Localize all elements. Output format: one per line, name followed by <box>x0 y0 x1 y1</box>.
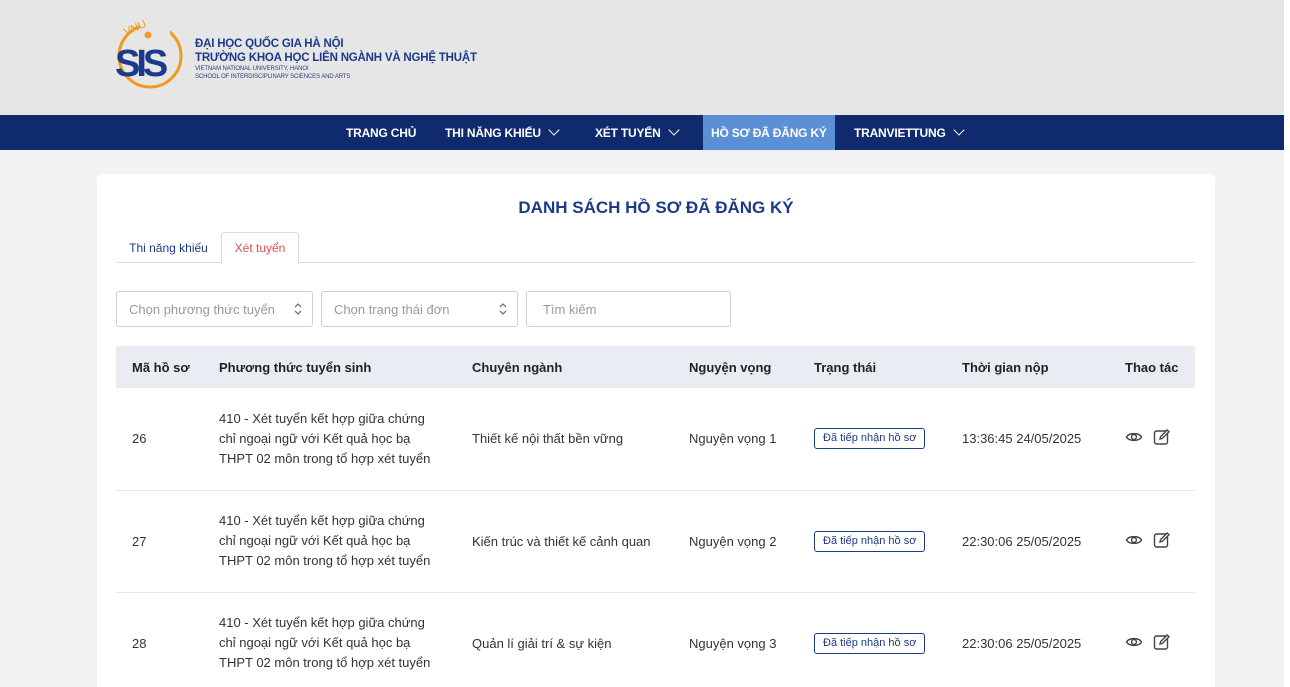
nav-admission[interactable]: XÉT TUYỂN <box>595 115 680 150</box>
table-header-row: Mã hồ sơ Phương thức tuyển sinh Chuyên n… <box>116 346 1195 388</box>
brand-line-4: SCHOOL OF INTERDISCIPLINARY SCIENCES AND… <box>195 74 351 80</box>
header: VNU SIS ĐẠI HỌC QUỐC GIA HÀ NỘI TRƯỜNG K… <box>0 0 1284 115</box>
status-badge: Đã tiếp nhận hồ sơ <box>814 632 926 654</box>
col-wish: Nguyện vọng <box>689 346 814 388</box>
cell-id: 26 <box>116 388 219 491</box>
registrations-table: Mã hồ sơ Phương thức tuyển sinh Chuyên n… <box>116 346 1195 687</box>
col-method: Phương thức tuyển sinh <box>219 346 472 388</box>
updown-icon <box>294 303 302 315</box>
updown-icon <box>499 303 507 315</box>
chevron-down-icon <box>548 124 560 136</box>
nav-user-label: TRANVIETTUNG <box>854 125 946 140</box>
brand-line-3: VIETNAM NATIONAL UNIVERSITY, HANOI <box>195 66 309 72</box>
page-title: DANH SÁCH HỒ SƠ ĐÃ ĐĂNG KÝ <box>518 198 794 217</box>
col-status: Trạng thái <box>814 346 962 388</box>
cell-wish: Nguyện vọng 2 <box>689 490 814 593</box>
nav-talent-label: THI NĂNG KHIẾU <box>445 125 541 140</box>
method-select[interactable]: Chọn phương thức tuyển <box>116 291 313 327</box>
cell-major: Kiến trúc và thiết kế cảnh quan <box>472 490 689 593</box>
page: VNU SIS ĐẠI HỌC QUỐC GIA HÀ NỘI TRƯỜNG K… <box>0 0 1284 687</box>
cell-time: 13:36:45 24/05/2025 <box>962 388 1115 491</box>
edit-icon[interactable] <box>1153 633 1171 651</box>
eye-icon[interactable] <box>1125 633 1143 651</box>
status-badge: Đã tiếp nhận hồ sơ <box>814 530 926 552</box>
eye-icon[interactable] <box>1125 428 1143 446</box>
cell-id: 28 <box>116 592 219 687</box>
chevron-down-icon <box>667 124 680 136</box>
status-badge: Đã tiếp nhận hồ sơ <box>814 428 926 450</box>
cell-method: 410 - Xét tuyển kết hợp giữa chứng chỉ n… <box>219 615 431 670</box>
col-major: Chuyên ngành <box>472 346 689 388</box>
main-nav: TRANG CHỦ THI NĂNG KHIẾU XÉT TUYỂN HỒ SƠ… <box>0 115 1284 150</box>
window-edge <box>1284 0 1290 687</box>
edit-icon[interactable] <box>1153 428 1171 446</box>
table-row: 27 410 - Xét tuyển kết hợp giữa chứng ch… <box>116 490 1195 593</box>
cell-id: 27 <box>116 490 219 593</box>
search-input[interactable]: Tìm kiếm <box>526 291 731 327</box>
nav-home-label: TRANG CHỦ <box>346 125 417 140</box>
method-select-placeholder: Chọn phương thức tuyển <box>129 301 275 317</box>
chevron-down-icon <box>952 124 965 136</box>
brand-line-1: ĐẠI HỌC QUỐC GIA HÀ NỘI <box>195 38 344 50</box>
table-row: 28 410 - Xét tuyển kết hợp giữa chứng ch… <box>116 592 1195 687</box>
col-actions: Thao tác <box>1115 346 1195 388</box>
brand-line-2: TRƯỜNG KHOA HỌC LIÊN NGÀNH VÀ NGHỆ THUẬT <box>195 52 477 64</box>
cell-method: 410 - Xét tuyển kết hợp giữa chứng chỉ n… <box>219 410 431 466</box>
status-select-placeholder: Chọn trạng thái đơn <box>334 301 450 317</box>
tab-admission[interactable]: Xét tuyển <box>221 232 299 264</box>
edit-icon[interactable] <box>1153 531 1171 549</box>
cell-wish: Nguyện vọng 3 <box>689 592 814 687</box>
logo-sis-text: SIS <box>115 43 167 85</box>
sis-logo: VNU SIS <box>115 18 183 89</box>
cell-method: 410 - Xét tuyển kết hợp giữa chứng chỉ n… <box>219 513 431 568</box>
cell-major: Thiết kế nội thất bền vững <box>472 388 689 491</box>
col-time: Thời gian nộp <box>962 346 1115 388</box>
nav-home[interactable]: TRANG CHỦ <box>346 115 416 150</box>
table-row: 26 410 - Xét tuyển kết hợp giữa chứng ch… <box>116 388 1195 491</box>
status-select[interactable]: Chọn trạng thái đơn <box>321 291 518 327</box>
nav-admission-label: XÉT TUYỂN <box>595 125 661 140</box>
search-placeholder: Tìm kiếm <box>543 301 597 317</box>
tab-bar: Thi năng khiếu Xét tuyển <box>116 232 1195 264</box>
tab-talent[interactable]: Thi năng khiếu <box>116 232 221 263</box>
cell-time: 22:30:06 25/05/2025 <box>962 592 1115 687</box>
nav-user[interactable]: TRANVIETTUNG <box>854 115 965 150</box>
cell-major: Quản lí giải trí & sự kiện <box>472 592 689 687</box>
content-card: DANH SÁCH HỒ SƠ ĐÃ ĐĂNG KÝ Thi năng khiế… <box>97 174 1215 687</box>
brand-block: ĐẠI HỌC QUỐC GIA HÀ NỘI TRƯỜNG KHOA HỌC … <box>195 37 477 81</box>
col-id: Mã hồ sơ <box>116 346 219 388</box>
eye-icon[interactable] <box>1125 531 1143 549</box>
cell-wish: Nguyện vọng 1 <box>689 388 814 491</box>
nav-registered[interactable]: HỒ SƠ ĐÃ ĐĂNG KÝ <box>703 115 835 150</box>
nav-talent[interactable]: THI NĂNG KHIẾU <box>445 115 560 150</box>
cell-time: 22:30:06 25/05/2025 <box>962 490 1115 593</box>
nav-registered-label: HỒ SƠ ĐÃ ĐĂNG KÝ <box>711 125 827 140</box>
